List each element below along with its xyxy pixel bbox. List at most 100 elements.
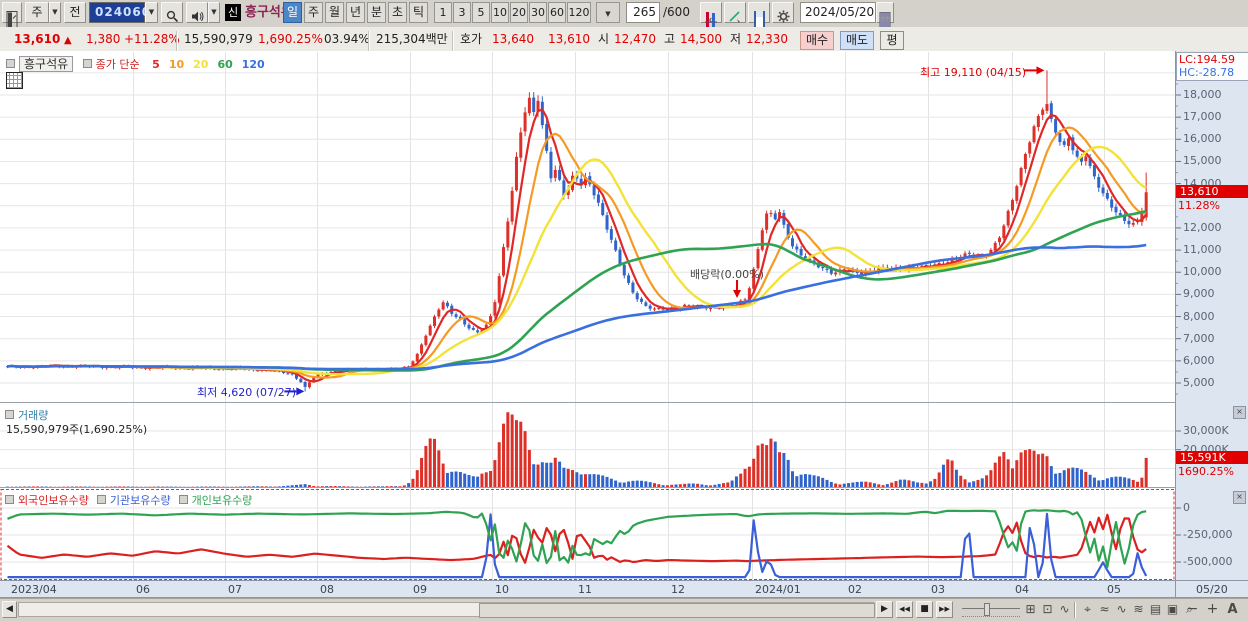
ma-legend-5: 5 [152,58,160,71]
current-price-axis-box: 13,610 [1176,185,1248,198]
volume-pane-close-icon[interactable]: × [1233,406,1246,419]
avg-button[interactable]: 평 [880,31,904,50]
legend-chip-icon [5,410,14,419]
tab-period-0[interactable]: 일 [283,2,302,23]
tab-period-6[interactable]: 틱 [409,2,428,23]
x-tick-label: 06 [136,583,150,596]
wave-tool-icon[interactable]: ∿ [1113,600,1130,619]
line-style-icon[interactable]: ∿ [1056,600,1073,619]
date-input[interactable]: 2024/05/20 [800,2,876,23]
sell-button[interactable]: 매도 [840,31,874,50]
code-dropdown-icon[interactable]: ▼ [145,2,158,23]
ownership-legend-1[interactable]: 기관보유수량 [110,494,171,507]
zoom-search-icon[interactable]: ⌕ [1181,600,1198,619]
prev-stock-button[interactable]: 전 [64,2,86,23]
minute-button-10[interactable]: 10 [491,2,509,23]
minute-button-120[interactable]: 120 [567,2,591,23]
quote-row: 13,610 ▲ 1,380 +11.28% 15,590,979 1,690.… [0,27,1248,52]
legend-chip-icon [5,495,14,504]
price-tick-label: 11,000 [1183,243,1222,257]
minute-button-5[interactable]: 5 [472,2,490,23]
font-size-button[interactable]: A [1224,600,1241,619]
tab-period-5[interactable]: 초 [388,2,407,23]
chart-scrollbar[interactable] [18,602,875,618]
annotation-highest: 최고 19,110 (04/15) [919,66,1026,79]
tab-period-2[interactable]: 월 [325,2,344,23]
x-tick-label: 02 [848,583,862,596]
annotation-ex-dividend: 배당락(0.00%) [690,268,764,281]
pattern-tool-icon[interactable]: ≋ [1130,600,1147,619]
ownership-legend: 외국인보유수량 기관보유수량 개인보유수량 [5,492,252,508]
minute-button-60[interactable]: 60 [548,2,566,23]
zoom-in-button[interactable]: + [1204,600,1221,619]
stop-button[interactable]: ■ [916,601,933,618]
status-badge: 신 [225,4,241,21]
chart-canvas[interactable] [0,51,1248,598]
change-percent: +11.28% [124,32,180,46]
tab-period-4[interactable]: 분 [367,2,386,23]
volume-tick-label: 30,000K [1183,424,1229,437]
ma-legend-prefix: 종가 단순 [95,58,140,71]
chart-window-icon[interactable] [2,2,22,34]
ma-legend-120: 120 [241,58,265,71]
draw-line-icon[interactable] [724,2,746,23]
high-label: 고 [664,32,676,46]
price-change: 1,380 [86,32,121,46]
x-tick-label: 08 [320,583,334,596]
speaker-dropdown-icon[interactable]: ▼ [208,2,220,23]
chart-area[interactable] [0,51,1248,598]
open-price: 12,470 [614,32,656,46]
price-tick-label: 5,000 [1183,375,1215,389]
tab-period-3[interactable]: 년 [346,2,365,23]
ownership-legend-2[interactable]: 개인보유수량 [192,494,253,507]
zoom-slider-ticks [962,613,1020,617]
new-window-icon[interactable]: ⊡ [1039,600,1056,619]
stock-chart-window: 주 ▼ 전 024060 ▼ ▼ 신 흥구석유 ▼ 265 /600 2024/… [0,0,1248,621]
zoom-slider-track[interactable] [962,608,1020,609]
fast-forward-button[interactable]: ▶▶ [936,601,953,618]
fast-back-button[interactable]: ◀◀ [896,601,913,618]
minute-button-1[interactable]: 1 [434,2,452,23]
ownership-pane-close-icon[interactable]: × [1233,491,1246,504]
save-icon[interactable] [748,2,770,38]
interval-dropdown[interactable]: ▼ [596,2,620,23]
ownership-tick-label: -250,000 [1183,528,1233,541]
legend-chip-icon [178,495,188,504]
calendar-icon[interactable] [876,2,894,34]
snapshot-icon[interactable]: ▣ [1164,600,1181,619]
stock-code-input[interactable]: 024060 [89,2,150,23]
scroll-right-button[interactable]: ▶ [876,601,893,618]
cascade-windows-icon[interactable]: ⊞ [1022,600,1039,619]
turnover-percent: 03.94% [324,32,370,46]
speaker-icon[interactable] [186,2,208,23]
minute-button-20[interactable]: 20 [510,2,528,23]
ownership-legend-0[interactable]: 외국인보유수량 [18,494,89,507]
legend-symbol[interactable]: 흥구석유 [19,56,74,72]
volume-value: 15,590,979 [184,32,253,46]
bar-spacing-icon[interactable] [700,2,722,34]
minute-button-3[interactable]: 3 [453,2,471,23]
volume-subtitle: 15,590,979주(1,690.25%) [6,423,148,436]
search-icon[interactable] [161,2,183,23]
price-tick-label: 17,000 [1183,110,1222,124]
grid-toggle-icon[interactable] [6,72,23,89]
ma-legend-60: 60 [217,58,233,71]
top-toolbar: 주 ▼ 전 024060 ▼ ▼ 신 흥구석유 ▼ 265 /600 2024/… [0,0,1248,38]
scroll-left-button[interactable]: ◀ [2,601,17,618]
bar-count-input[interactable]: 265 [626,2,660,23]
x-tick-label: 10 [495,583,509,596]
crosshair-tool-icon[interactable]: ⌖ [1079,600,1096,619]
scrollbar-thumb[interactable] [479,603,875,618]
buy-button[interactable]: 매수 [800,31,834,50]
stock-type-dropdown-icon[interactable]: ▼ [49,2,61,23]
minute-button-30[interactable]: 30 [529,2,547,23]
tab-period-1[interactable]: 주 [304,2,323,23]
stock-type-button[interactable]: 주 [25,2,49,23]
x-tick-label: 03 [931,583,945,596]
legend-chip-icon [6,59,15,68]
x-tick-label: 05 [1107,583,1121,596]
compare-chart-icon[interactable]: ≈ [1096,600,1113,619]
bottom-toolbar: ◀ ▶ ◀◀ ■ ▶▶ − + A ⊞ ⊡ ∿ ⌖ ≈ ∿ ≋ ▤ ▣ ⌕ [0,598,1248,621]
indicator-chart-icon[interactable]: ▤ [1147,600,1164,619]
settings-gear-icon[interactable] [772,2,794,23]
